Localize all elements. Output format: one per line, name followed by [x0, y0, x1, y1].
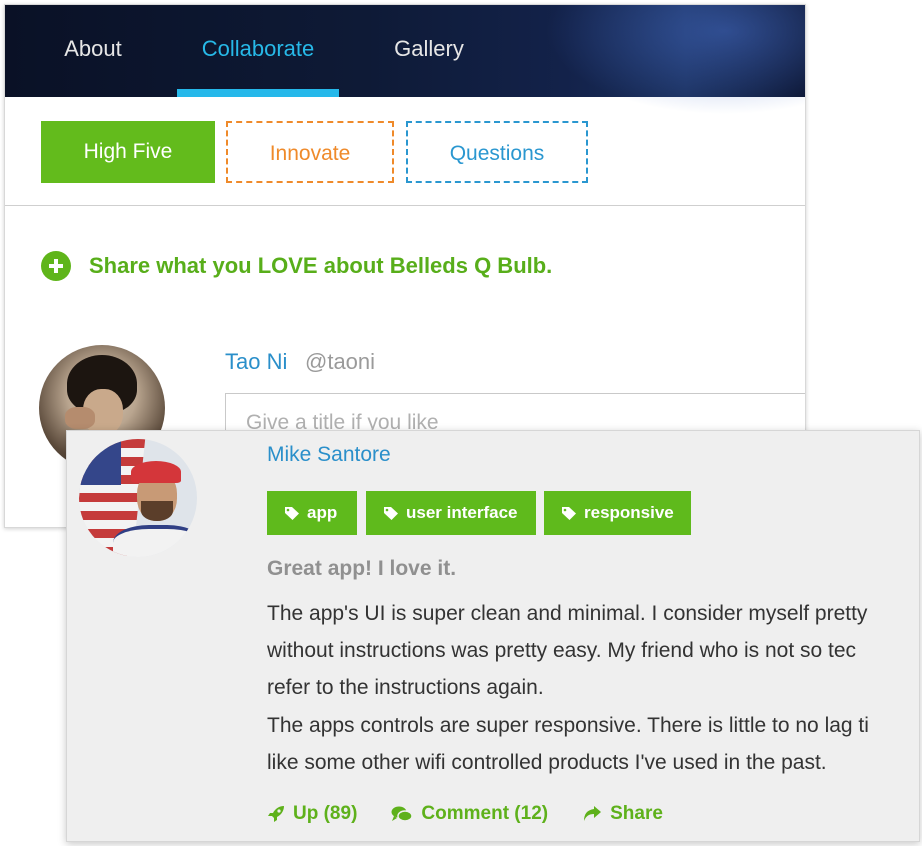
top-navigation: About Collaborate Gallery [5, 5, 805, 115]
nav-item-about[interactable]: About [45, 5, 141, 97]
tab-high-five[interactable]: High Five [41, 121, 215, 183]
active-tab-indicator [177, 89, 339, 97]
avatar[interactable] [79, 439, 197, 557]
comment-label: Comment (12) [421, 803, 549, 824]
tag-label: app [307, 503, 338, 522]
tag-app[interactable]: app [267, 491, 357, 535]
review-post-card: Mike Santore app user interface responsi… [66, 430, 920, 842]
tag-label: responsive [584, 503, 674, 522]
tab-questions[interactable]: Questions [406, 121, 588, 183]
post-line: like some other wifi controlled products… [267, 751, 827, 774]
share-prompt-text[interactable]: Share what you LOVE about Belleds Q Bulb… [89, 253, 552, 279]
tag-responsive[interactable]: responsive [544, 491, 691, 535]
share-prompt[interactable]: Share what you LOVE about Belleds Q Bulb… [41, 251, 552, 281]
nav-item-collaborate[interactable]: Collaborate [177, 5, 339, 97]
post-paragraph-1: The app's UI is super clean and minimal.… [267, 595, 919, 706]
post-paragraph-2: The apps controls are super responsive. … [267, 707, 919, 781]
post-line: The app's UI is super clean and minimal.… [267, 602, 868, 625]
divider [5, 205, 805, 206]
share-arrow-icon [584, 806, 602, 821]
post-line: The apps controls are super responsive. … [267, 714, 869, 737]
composer-user-name[interactable]: Tao Ni [225, 349, 287, 375]
tag-user-interface[interactable]: user interface [366, 491, 536, 535]
tag-icon [562, 507, 576, 520]
composer-user-handle: @taoni [305, 349, 376, 374]
tag-icon [285, 507, 299, 520]
upvote-label: Up (89) [293, 803, 358, 824]
tab-innovate[interactable]: Innovate [226, 121, 394, 183]
post-actions: Up (89) Comment (12) Share [267, 799, 697, 829]
tag-icon [384, 507, 398, 520]
rocket-icon [268, 806, 284, 822]
post-line: refer to the instructions again. [267, 676, 544, 699]
share-button[interactable]: Share [582, 803, 663, 825]
post-line: without instructions was pretty easy. My… [267, 639, 857, 662]
share-label: Share [610, 803, 663, 824]
post-author-name[interactable]: Mike Santore [267, 443, 391, 467]
comment-icon [391, 806, 414, 822]
nav-item-gallery[interactable]: Gallery [377, 5, 481, 97]
post-title: Great app! I love it. [267, 557, 457, 580]
comment-button[interactable]: Comment (12) [391, 803, 548, 825]
plus-circle-icon[interactable] [41, 251, 71, 281]
upvote-button[interactable]: Up (89) [267, 803, 357, 825]
nav-background-glow [545, 5, 805, 115]
tag-label: user interface [406, 503, 518, 522]
